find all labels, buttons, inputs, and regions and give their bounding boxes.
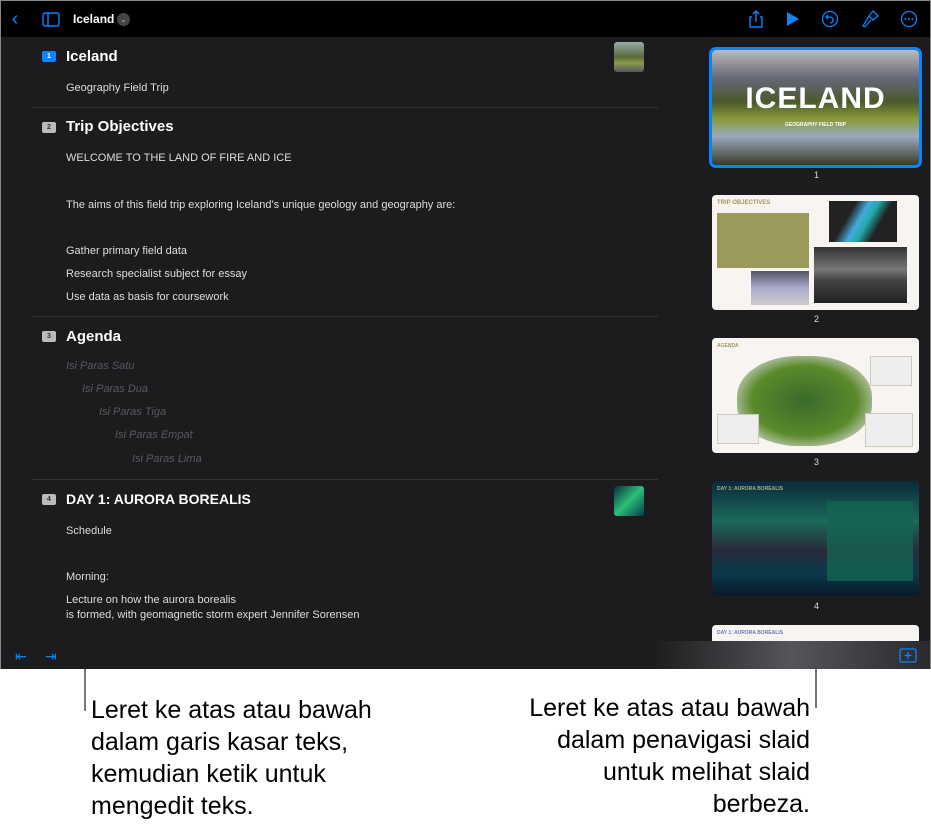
outline-line[interactable]: Schedule — [66, 523, 112, 539]
text-outline[interactable]: 1 Iceland Geography Field Trip 2 Trip Ob… — [1, 37, 691, 641]
top-toolbar: ‹ Iceland ⌄ — [1, 1, 930, 37]
outline-line[interactable]: Use data as basis for coursework — [66, 289, 229, 305]
slide-navigator[interactable]: ICELAND GEOGRAPHY FIELD TRIP 1 TRIP OBJE… — [701, 37, 930, 641]
slide-title: AGENDA — [717, 343, 739, 349]
back-chevron-icon[interactable]: ‹ — [5, 8, 25, 30]
placeholder-text[interactable]: Isi Paras Empat — [115, 429, 193, 441]
slide-number: 3 — [813, 457, 819, 467]
placeholder-text[interactable]: Isi Paras Tiga — [99, 406, 166, 418]
bottom-toolbar: ⇤ ⇥ — [1, 641, 930, 669]
chevron-down-icon[interactable]: ⌄ — [117, 13, 130, 26]
slide-thumbnail-1[interactable]: ICELAND GEOGRAPHY FIELD TRIP — [709, 47, 922, 168]
divider — [31, 316, 658, 317]
outdent-icon[interactable]: ⇤ — [15, 648, 27, 665]
slide-title: DAY 1: AURORA BOREALIS — [717, 630, 784, 636]
slide-title: ICELAND — [745, 82, 886, 115]
slide-number: 4 — [813, 601, 819, 611]
format-brush-icon[interactable] — [860, 9, 880, 29]
slide-title[interactable]: Agenda — [66, 328, 121, 345]
slide-title[interactable]: DAY 1: AURORA BOREALIS — [66, 491, 251, 507]
slide-number: 2 — [813, 314, 819, 324]
slide-thumbnail-image — [614, 42, 644, 72]
slide-title[interactable]: Trip Objectives — [66, 118, 174, 135]
slide-title: TRIP OBJECTIVES — [717, 200, 771, 206]
slide-thumbnail-image — [614, 486, 644, 516]
slide-subtitle: GEOGRAPHY FIELD TRIP — [784, 122, 847, 128]
more-icon[interactable] — [899, 9, 919, 29]
slide-title: DAY 1: AURORA BOREALIS — [717, 486, 784, 492]
outline-line[interactable]: Research specialist subject for essay — [66, 266, 247, 282]
callout-line-left — [84, 669, 86, 711]
undo-icon[interactable] — [820, 9, 840, 29]
slide-thumbnail-5[interactable]: DAY 1: AURORA BOREALIS — [712, 625, 919, 641]
slide-title[interactable]: Iceland — [66, 48, 118, 65]
callout-line-right — [815, 669, 817, 708]
slide-thumbnail-3[interactable]: AGENDA — [712, 338, 919, 453]
outline-line[interactable]: Geography Field Trip — [66, 80, 169, 96]
placeholder-text[interactable]: Isi Paras Satu — [66, 360, 134, 372]
slide-number: 1 — [813, 170, 819, 180]
sidebar-icon[interactable] — [41, 9, 61, 29]
outline-line[interactable]: WELCOME TO THE LAND OF FIRE AND ICE — [66, 150, 292, 166]
play-icon[interactable] — [783, 9, 803, 29]
share-icon[interactable] — [746, 9, 766, 29]
divider — [31, 479, 658, 480]
indent-icon[interactable]: ⇥ — [45, 648, 57, 665]
keynote-app: ‹ Iceland ⌄ 1 Iceland Geography Field Tr… — [0, 0, 931, 669]
slide-number-badge[interactable]: 3 — [42, 331, 56, 342]
document-title[interactable]: Iceland — [73, 12, 114, 26]
placeholder-text[interactable]: Isi Paras Lima — [132, 453, 202, 465]
outline-line[interactable]: is formed, with geomagnetic storm expert… — [66, 607, 359, 623]
divider — [31, 107, 658, 108]
slide-number-badge[interactable]: 1 — [42, 51, 56, 62]
add-slide-icon[interactable] — [899, 648, 917, 667]
slide-thumbnail-4[interactable]: DAY 1: AURORA BOREALIS — [712, 481, 919, 596]
outline-line[interactable]: The aims of this field trip exploring Ic… — [66, 197, 455, 213]
caption-left: Leret ke atas atau bawah dalam garis kas… — [91, 696, 372, 820]
slide-number-badge[interactable]: 2 — [42, 122, 56, 133]
slide-number-badge[interactable]: 4 — [42, 494, 56, 505]
slide-thumbnail-2[interactable]: TRIP OBJECTIVES — [712, 195, 919, 310]
placeholder-text[interactable]: Isi Paras Dua — [82, 383, 148, 395]
outline-line[interactable]: Lecture on how the aurora borealis — [66, 592, 236, 608]
caption-right: Leret ke atas atau bawah dalam penavigas… — [529, 694, 810, 818]
outline-line[interactable]: Gather primary field data — [66, 243, 187, 259]
outline-line[interactable]: Morning: — [66, 569, 109, 585]
